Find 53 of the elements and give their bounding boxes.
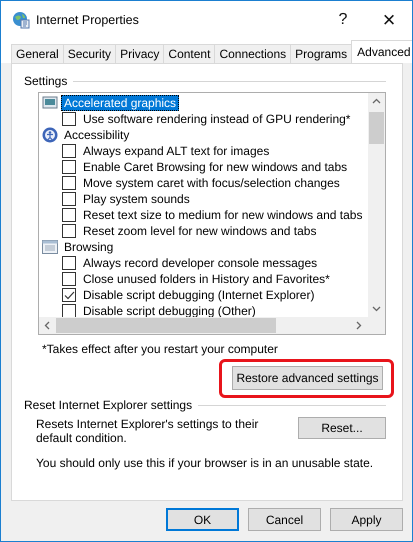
- close-button[interactable]: ×: [366, 5, 412, 35]
- reset-button[interactable]: Reset...: [298, 417, 386, 439]
- category-label[interactable]: Accessibility: [61, 127, 132, 143]
- accessibility-icon: [42, 127, 58, 143]
- help-button[interactable]: ?: [320, 5, 366, 35]
- option-label: Disable script debugging (Internet Explorer): [83, 288, 314, 302]
- category-label[interactable]: Accelerated graphics: [61, 95, 180, 111]
- reset-description: Resets Internet Explorer's settings to their default condition.: [36, 417, 260, 445]
- tab[interactable]: Programs: [290, 44, 352, 63]
- option-label: Move system caret with focus/selection changes: [83, 176, 340, 190]
- checkbox[interactable]: [62, 144, 76, 158]
- scrollbar-thumb[interactable]: [369, 112, 384, 144]
- globe-icon: [12, 11, 30, 29]
- checkbox[interactable]: [62, 160, 76, 174]
- dialog-button[interactable]: Cancel: [248, 508, 321, 531]
- checkbox[interactable]: [62, 256, 76, 270]
- dialog-button[interactable]: Apply: [330, 508, 403, 531]
- option-label: Always record developer console messages: [83, 256, 318, 270]
- scroll-right-icon[interactable]: [356, 321, 362, 330]
- option-label: Play system sounds: [83, 192, 190, 206]
- tab[interactable]: General: [11, 44, 64, 63]
- option-label: Use software rendering instead of GPU rendering*: [83, 112, 350, 126]
- warning-text: You should only use this if your browser is in an unusable state.: [36, 456, 374, 470]
- option-label: Close unused folders in History and Favorites*: [83, 272, 330, 286]
- scroll-left-icon[interactable]: [44, 321, 50, 330]
- tab[interactable]: Connections: [214, 44, 292, 63]
- checkbox[interactable]: [62, 192, 76, 206]
- scroll-up-icon[interactable]: [372, 98, 381, 104]
- option-label: Reset zoom level for new windows and tabs: [83, 224, 316, 238]
- option-label: Reset text size to medium for new windows and tabs: [83, 208, 362, 222]
- tab[interactable]: Content: [163, 44, 216, 63]
- tab[interactable]: Security: [62, 44, 116, 63]
- scroll-down-icon[interactable]: [372, 306, 381, 312]
- monitor-icon: [42, 96, 58, 110]
- checkbox[interactable]: [62, 272, 76, 286]
- scrollbar-thumb[interactable]: [56, 318, 276, 333]
- checkbox[interactable]: [62, 112, 76, 126]
- tab[interactable]: Privacy: [115, 44, 164, 63]
- footnote: *Takes effect after you restart your computer: [42, 342, 279, 356]
- dialog-button[interactable]: OK: [166, 508, 239, 531]
- window-title: Internet Properties: [36, 13, 139, 27]
- group-label: Settings: [24, 74, 68, 88]
- option-label: Always expand ALT text for images: [83, 144, 270, 158]
- window-icon: [42, 240, 58, 254]
- checkbox[interactable]: [62, 288, 76, 302]
- group-label: Reset Internet Explorer settings: [24, 398, 192, 412]
- category-label[interactable]: Browsing: [61, 239, 116, 255]
- checkbox[interactable]: [62, 224, 76, 238]
- option-label: Enable Caret Browsing for new windows and tabs: [83, 160, 348, 174]
- checkbox[interactable]: [62, 208, 76, 222]
- checkbox[interactable]: [62, 176, 76, 190]
- checkbox[interactable]: [62, 304, 76, 317]
- restore-button[interactable]: Restore advanced settings: [232, 366, 383, 390]
